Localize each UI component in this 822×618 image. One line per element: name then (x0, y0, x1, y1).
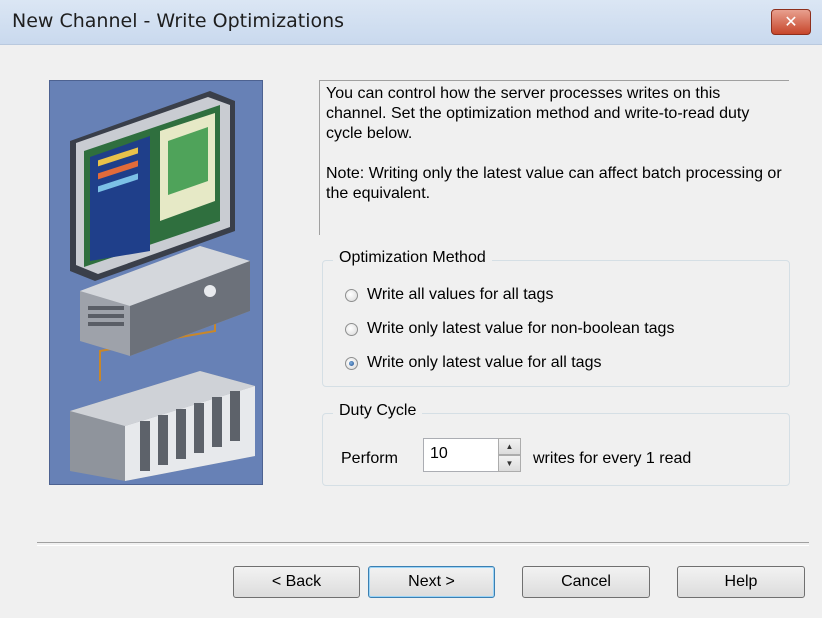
spin-down-icon[interactable]: ▼ (498, 455, 521, 472)
writes-count-spinner[interactable]: ▲ ▼ (498, 438, 521, 472)
next-button[interactable]: Next > (368, 566, 495, 598)
close-button[interactable]: ✕ (771, 9, 811, 35)
dialog-window: New Channel - Write Optimizations ✕ You … (0, 0, 822, 618)
close-icon: ✕ (784, 12, 798, 31)
radio-write-latest-all[interactable]: Write only latest value for all tags (345, 354, 601, 372)
radio-label[interactable]: Write only latest value for all tags (367, 354, 601, 372)
perform-label: Perform (341, 450, 398, 467)
cancel-button[interactable]: Cancel (522, 566, 650, 598)
radio-button-icon[interactable] (345, 322, 358, 336)
radio-label[interactable]: Write only latest value for non-boolean … (367, 320, 674, 338)
help-button[interactable]: Help (677, 566, 805, 598)
title-bar: New Channel - Write Optimizations ✕ (0, 0, 822, 45)
optimization-method-group: Optimization Method Write all values for… (322, 249, 790, 387)
computer-plc-illustration (70, 91, 255, 481)
window-title: New Channel - Write Optimizations (12, 10, 345, 32)
radio-write-latest-non-boolean[interactable]: Write only latest value for non-boolean … (345, 320, 674, 338)
back-button[interactable]: < Back (233, 566, 360, 598)
writes-suffix-label: writes for every 1 read (533, 450, 692, 467)
radio-write-all-values[interactable]: Write all values for all tags (345, 286, 553, 304)
radio-label[interactable]: Write all values for all tags (367, 286, 553, 304)
duty-cycle-group: Duty Cycle Perform 10 ▲ ▼ writes for eve… (322, 402, 790, 486)
separator-line (37, 542, 809, 546)
radio-button-checked-icon[interactable] (345, 356, 358, 370)
description-panel: You can control how the server processes… (319, 80, 789, 235)
description-note: Note: Writing only the latest value can … (326, 165, 782, 202)
optimization-method-legend: Optimization Method (333, 249, 492, 267)
duty-cycle-legend: Duty Cycle (333, 402, 423, 420)
radio-button-icon[interactable] (345, 288, 358, 302)
spin-up-icon[interactable]: ▲ (498, 438, 521, 455)
wizard-illustration (49, 80, 263, 485)
description-text: You can control how the server processes… (326, 85, 750, 142)
